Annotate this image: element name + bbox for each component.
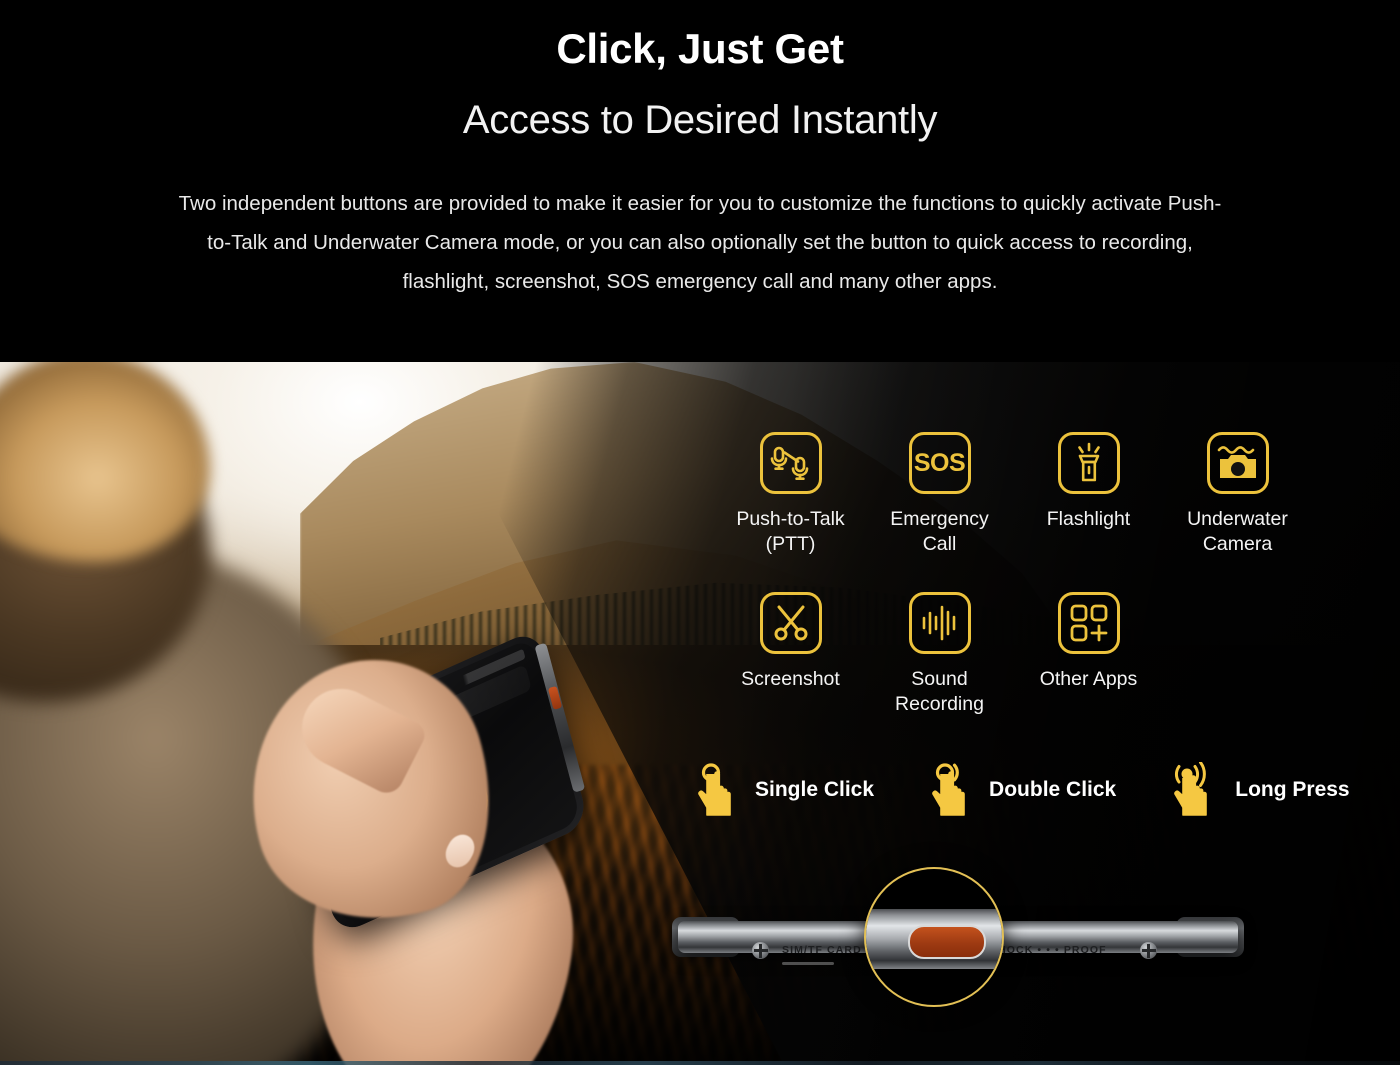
feature-label-line1: Other Apps — [1039, 668, 1138, 690]
icon-wrap — [716, 592, 865, 654]
gesture-label: Long Press — [1235, 778, 1350, 801]
feature-label: Flashlight — [1014, 507, 1163, 532]
feature-other-apps[interactable]: Other Apps — [1014, 592, 1163, 717]
icon-wrap — [865, 592, 1014, 654]
device-label-sim: SIM/TF CARD — [782, 944, 862, 956]
bottom-edge-strip — [0, 1061, 1400, 1065]
device-label-shockproof: SHOCK • • • PROOF — [990, 944, 1107, 956]
feature-screenshot[interactable]: Screenshot — [716, 592, 865, 717]
sound-wave-icon — [908, 592, 971, 654]
feature-label: Underwater Camera — [1163, 507, 1312, 557]
gesture-label: Single Click — [755, 778, 875, 801]
feature-label: Sound Recording — [865, 667, 1014, 717]
long-press-hand-icon — [1174, 762, 1208, 816]
feature-label-line1: Screenshot — [741, 668, 840, 690]
feature-label: Screenshot — [716, 667, 865, 692]
feature-row-2: Screenshot Sound Recording Other Apps — [716, 592, 1336, 717]
other-apps-icon — [1057, 592, 1120, 654]
single-tap-hand-icon — [698, 763, 731, 816]
magnified-custom-button — [908, 925, 986, 959]
feature-label-line1: Flashlight — [1046, 508, 1131, 530]
feature-underwater-camera[interactable]: Underwater Camera — [1163, 432, 1312, 557]
gesture-double-click[interactable]: Double Click — [928, 762, 1116, 818]
feature-label: Push-to-Talk (PTT) — [716, 507, 865, 557]
feature-label-line1: Emergency — [890, 508, 989, 530]
header-section: Click, Just Get Access to Desired Instan… — [0, 0, 1400, 362]
icon-wrap — [1014, 432, 1163, 494]
gesture-legend: Single Click Double Click Long Press — [694, 762, 1350, 818]
feature-emergency-call[interactable]: SOS Emergency Call — [865, 432, 1014, 557]
screw-icon — [752, 942, 769, 959]
icon-wrap — [716, 432, 865, 494]
feature-sound-recording[interactable]: Sound Recording — [865, 592, 1014, 717]
screw-icon — [1140, 942, 1157, 959]
feature-label-line1: Push-to-Talk — [736, 508, 845, 530]
icon-wrap: SOS — [865, 432, 1014, 494]
feature-grid: Push-to-Talk (PTT) SOS Emergency Call Fl… — [716, 432, 1336, 717]
feature-label-line2: Call — [922, 533, 957, 555]
underwater-camera-icon — [1206, 432, 1269, 494]
feature-push-to-talk[interactable]: Push-to-Talk (PTT) — [716, 432, 865, 557]
feature-label-line1: Sound — [911, 668, 968, 690]
device-side-view: SIM/TF CARD SHOCK • • • PROOF — [672, 867, 1244, 1007]
hero-photo-scene: Push-to-Talk (PTT) SOS Emergency Call Fl… — [0, 362, 1400, 1065]
header-description: Two independent buttons are provided to … — [178, 191, 1222, 293]
feature-label: Other Apps — [1014, 667, 1163, 692]
feature-label-line2: Recording — [895, 693, 984, 715]
scissors-icon — [759, 592, 822, 654]
feature-label-line2: (PTT) — [765, 533, 816, 555]
flashlight-icon — [1057, 432, 1120, 494]
gesture-single-click[interactable]: Single Click — [694, 762, 874, 818]
icon-wrap — [1163, 432, 1312, 494]
gesture-label: Double Click — [989, 778, 1117, 801]
magnifier-callout — [864, 867, 1004, 1007]
sos-text: SOS — [913, 448, 966, 477]
feature-label-line2: Camera — [1202, 533, 1273, 555]
gesture-long-press[interactable]: Long Press — [1170, 762, 1350, 818]
push-to-talk-icon — [759, 432, 822, 494]
sim-tray-seam — [782, 962, 834, 965]
double-tap-hand-icon — [932, 763, 965, 816]
page-title: Click, Just Get — [556, 25, 844, 72]
feature-flashlight[interactable]: Flashlight — [1014, 432, 1163, 557]
sos-icon: SOS — [908, 432, 971, 494]
icon-wrap — [1014, 592, 1163, 654]
feature-label-line1: Underwater — [1187, 508, 1288, 530]
feature-row-1: Push-to-Talk (PTT) SOS Emergency Call Fl… — [716, 432, 1336, 557]
page-subtitle: Access to Desired Instantly — [462, 97, 938, 142]
feature-label: Emergency Call — [865, 507, 1014, 557]
